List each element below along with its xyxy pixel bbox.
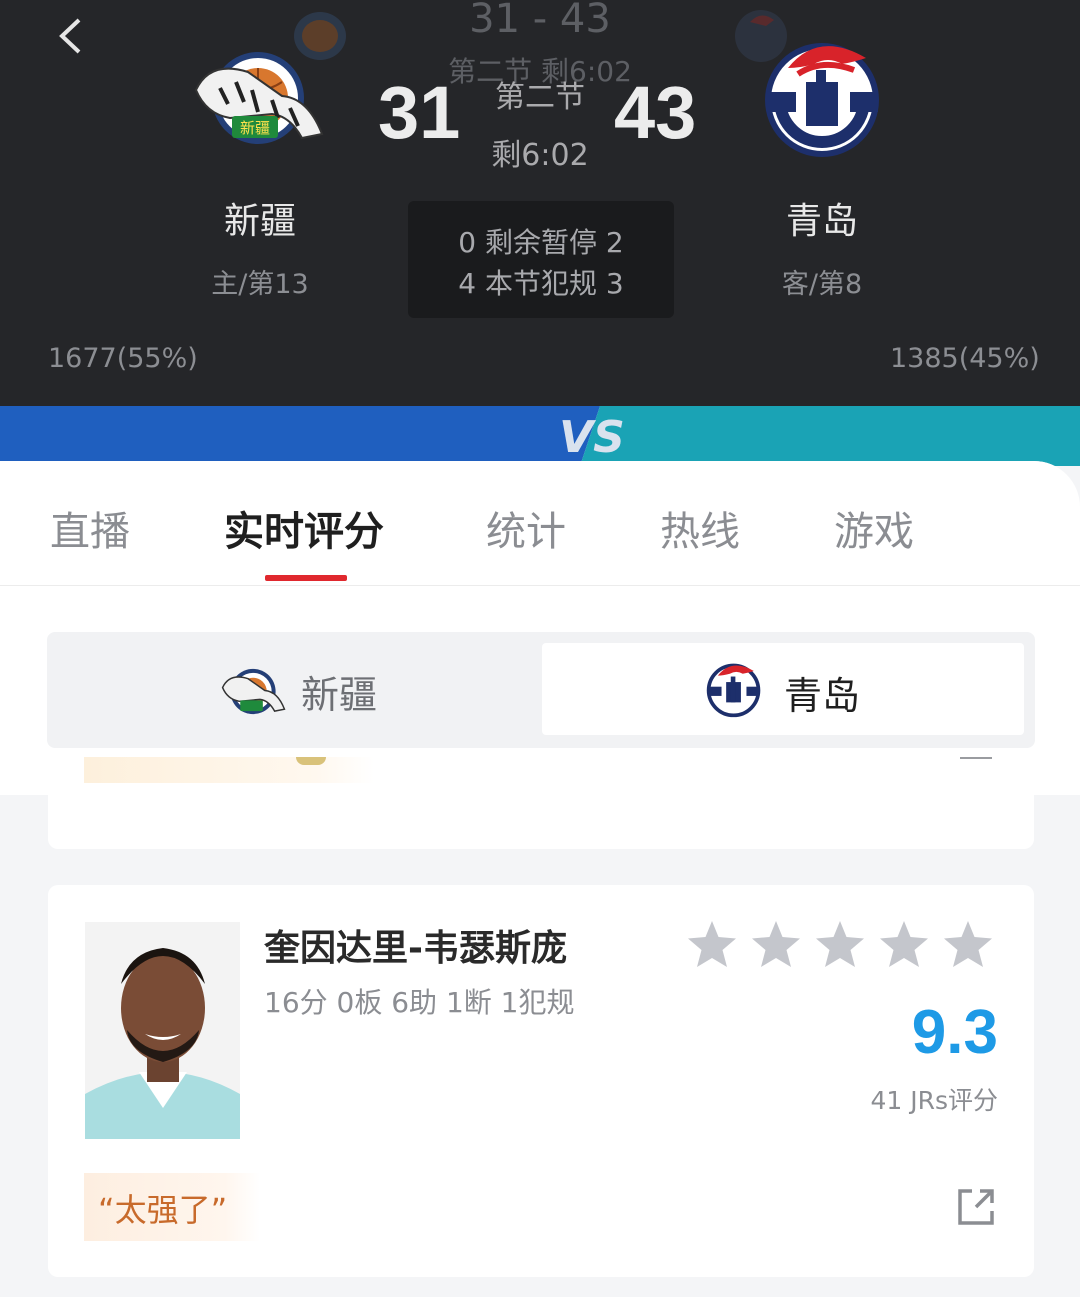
star-rating-input[interactable]: [686, 919, 998, 973]
rating-count: 41 JRs评分: [870, 1086, 998, 1115]
back-button[interactable]: [48, 12, 96, 60]
timeouts-line: 0 剩余暂停 2: [458, 226, 624, 259]
away-team-name: 青岛: [785, 201, 858, 242]
home-team-logo: 新疆: [190, 42, 330, 152]
star-icon: [752, 921, 800, 967]
hot-comment-tag[interactable]: “太强了”: [84, 1173, 260, 1241]
away-team-rank: 客/第8: [781, 269, 863, 300]
home-mini-logo: [221, 668, 286, 715]
tabs-area: 直播 实时评分 统计 热线 游戏 新疆 青岛: [0, 461, 1080, 795]
previous-comment-tag: [84, 757, 374, 783]
tab-live-ratings[interactable]: 实时评分: [224, 499, 384, 557]
content-panel: 直播 实时评分 统计 热线 游戏 新疆 青岛 奎因达里-韦瑟斯庞 16分 0板 …: [0, 461, 1080, 1297]
away-support-count: 1385(45%): [890, 343, 1040, 374]
tab-stats[interactable]: 统计: [486, 499, 566, 557]
game-period: 第二节: [495, 80, 585, 115]
toggle-away[interactable]: 青岛: [542, 643, 1024, 735]
toggle-away-label: 青岛: [784, 674, 861, 718]
hot-comment-text: “太强了”: [98, 1191, 228, 1229]
previous-avatar-edge: [296, 757, 326, 765]
player-rating: 9.3: [911, 998, 998, 1067]
away-mini-logo: [706, 663, 761, 718]
home-team-name: 新疆: [223, 201, 296, 242]
fouls-line: 4 本节犯规 3: [458, 267, 624, 300]
star-icon: [880, 921, 928, 967]
timeouts-fouls-box: 0 剩余暂停 2 4 本节犯规 3: [408, 201, 674, 318]
player-card-previous[interactable]: [48, 757, 1034, 849]
previous-share-icon[interactable]: [960, 757, 992, 759]
star-icon: [688, 921, 736, 967]
share-button[interactable]: [954, 1185, 998, 1229]
team-toggle: 新疆 青岛: [47, 632, 1035, 748]
player-card[interactable]: 奎因达里-韦瑟斯庞 16分 0板 6助 1断 1犯规 9.3 41 JRs评分 …: [48, 885, 1034, 1277]
active-tab-indicator: [265, 575, 347, 581]
player-name: 奎因达里-韦瑟斯庞: [264, 928, 567, 969]
vs-label: VS: [559, 412, 625, 463]
tab-divider: [0, 585, 1080, 586]
away-team-logo: [758, 34, 888, 160]
share-external-icon: [958, 1189, 994, 1225]
tab-games[interactable]: 游戏: [834, 499, 914, 557]
star-icon: [944, 921, 992, 967]
home-team-rank: 主/第13: [211, 269, 309, 300]
vs-band: VS: [0, 406, 1080, 466]
toggle-home[interactable]: 新疆: [207, 654, 507, 724]
tab-live[interactable]: 直播: [50, 499, 130, 557]
ghost-score: 31 - 43: [469, 0, 611, 42]
game-clock: 剩6:02: [491, 138, 589, 173]
tab-hotline[interactable]: 热线: [660, 499, 740, 557]
star-icon: [816, 921, 864, 967]
player-photo: [85, 922, 240, 1139]
home-logo-text: 新疆: [240, 119, 270, 137]
player-stats: 16分 0板 6助 1断 1犯规: [264, 986, 575, 1019]
game-header: 31 - 43 第二节 剩6:02 新疆 31 43 第二节 剩6:02 新疆 …: [0, 0, 1080, 406]
toggle-home-label: 新疆: [301, 673, 378, 717]
home-support-count: 1677(55%): [48, 343, 198, 374]
chevron-left-icon: [59, 18, 81, 54]
